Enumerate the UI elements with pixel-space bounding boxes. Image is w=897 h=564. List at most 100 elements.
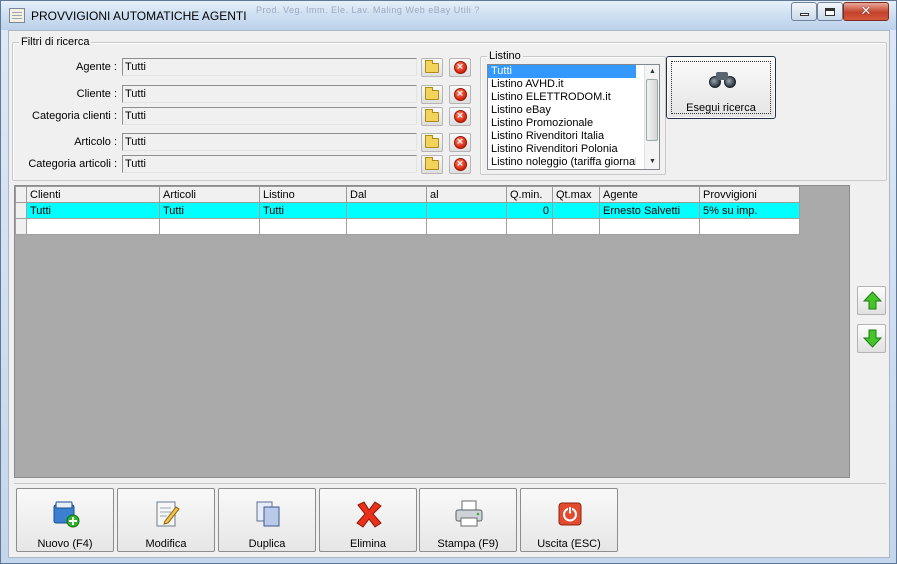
table-cell[interactable] <box>552 202 600 219</box>
folder-icon <box>425 86 439 100</box>
article-filter-label: Articolo : <box>74 136 117 148</box>
column-header-qtmax[interactable]: Qt.max <box>552 186 600 203</box>
edit-button-label: Modifica <box>145 538 187 550</box>
listino-listbox[interactable]: Tutti Listino AVHD.it Listino ELETTRODOM… <box>487 64 660 170</box>
printer-icon <box>455 500 483 527</box>
client-category-filter-field[interactable]: Tutti <box>122 107 417 125</box>
clear-icon: × <box>453 110 467 123</box>
table-cell[interactable]: 0 <box>506 202 553 219</box>
exit-icon <box>558 502 582 526</box>
new-button[interactable]: Nuovo (F4) <box>16 488 114 552</box>
client-filter-field[interactable]: Tutti <box>122 85 417 103</box>
column-header-listino[interactable]: Listino <box>259 186 347 203</box>
list-item[interactable]: Listino Promozionale <box>488 117 636 130</box>
list-item[interactable]: Listino eBay <box>488 104 636 117</box>
column-header-articoli[interactable]: Articoli <box>159 186 260 203</box>
article-filter-field[interactable]: Tutti <box>122 133 417 151</box>
column-header-provvigioni[interactable]: Provvigioni <box>699 186 800 203</box>
table-row[interactable] <box>15 218 800 235</box>
minimize-button[interactable] <box>791 2 817 21</box>
title-bar[interactable]: PROVVIGIONI AUTOMATICHE AGENTI Prod. Veg… <box>1 1 896 30</box>
article-category-filter-label: Categoria articoli : <box>28 158 117 170</box>
table-cell[interactable] <box>159 218 260 235</box>
duplicate-button-label: Duplica <box>248 538 286 550</box>
app-window: PROVVIGIONI AUTOMATICHE AGENTI Prod. Veg… <box>0 0 897 564</box>
clear-icon: × <box>453 158 467 171</box>
table-cell[interactable] <box>599 218 700 235</box>
table-cell[interactable]: Ernesto Salvetti <box>599 202 700 219</box>
table-cell[interactable] <box>346 218 427 235</box>
agent-filter-field[interactable]: Tutti <box>122 58 417 76</box>
duplicate-button[interactable]: Duplica <box>218 488 316 552</box>
table-cell[interactable] <box>346 202 427 219</box>
article-category-browse-button[interactable] <box>421 155 443 174</box>
maximize-icon <box>825 7 835 16</box>
edit-icon <box>156 501 180 527</box>
table-row[interactable]: Tutti Tutti Tutti 0 Ernesto Salvetti 5% … <box>15 202 800 219</box>
delete-button[interactable]: Elimina <box>319 488 417 552</box>
delete-icon <box>356 501 382 528</box>
client-filter-label: Cliente : <box>76 88 117 100</box>
close-button[interactable]: ✕ <box>843 2 889 21</box>
table-cell[interactable] <box>26 218 160 235</box>
client-category-browse-button[interactable] <box>421 107 443 126</box>
table-cell[interactable] <box>552 218 600 235</box>
table-header-row: Clienti Articoli Listino Dal al Q.min. Q… <box>15 186 800 203</box>
listino-scrollbar[interactable]: ▲ ▼ <box>644 65 659 169</box>
list-item[interactable]: Listino ELETTRODOM.it <box>488 91 636 104</box>
table-cell[interactable]: Tutti <box>259 202 347 219</box>
edit-button[interactable]: Modifica <box>117 488 215 552</box>
table-cell[interactable] <box>426 218 507 235</box>
scroll-thumb[interactable] <box>646 79 658 141</box>
move-down-button[interactable] <box>857 324 886 353</box>
list-item[interactable]: Listino Rivenditori Italia <box>488 130 636 143</box>
row-indicator[interactable] <box>15 202 27 219</box>
table-cell[interactable]: 5% su imp. <box>699 202 800 219</box>
article-clear-button[interactable]: × <box>449 133 471 152</box>
search-button[interactable]: Esegui ricerca <box>666 56 776 119</box>
scroll-down-icon[interactable]: ▼ <box>645 155 659 169</box>
duplicate-icon <box>256 501 280 527</box>
agent-clear-button[interactable]: × <box>449 58 471 77</box>
list-item[interactable]: Listino AVHD.it <box>488 78 636 91</box>
arrow-down-icon <box>863 329 882 348</box>
clear-icon: × <box>453 61 467 74</box>
exit-button-label: Uscita (ESC) <box>537 538 601 550</box>
row-indicator-header <box>15 186 27 203</box>
list-item[interactable]: Tutti <box>488 65 636 78</box>
maximize-button[interactable] <box>817 2 843 21</box>
list-item[interactable]: Listino noleggio (tariffa giornaliera) <box>488 156 636 169</box>
table-cell[interactable] <box>699 218 800 235</box>
close-icon: ✕ <box>860 4 872 19</box>
column-header-dal[interactable]: Dal <box>346 186 427 203</box>
client-browse-button[interactable] <box>421 85 443 104</box>
exit-button[interactable]: Uscita (ESC) <box>520 488 618 552</box>
article-category-clear-button[interactable]: × <box>449 155 471 174</box>
article-category-filter-field[interactable]: Tutti <box>122 155 417 173</box>
folder-icon <box>425 59 439 73</box>
move-up-button[interactable] <box>857 286 886 315</box>
row-indicator[interactable] <box>15 218 27 235</box>
table-cell[interactable] <box>259 218 347 235</box>
column-header-agente[interactable]: Agente <box>599 186 700 203</box>
table-cell[interactable]: Tutti <box>26 202 160 219</box>
list-item[interactable]: Listino Rivenditori Polonia <box>488 143 636 156</box>
column-header-qmin[interactable]: Q.min. <box>506 186 553 203</box>
search-button-label: Esegui ricerca <box>686 102 756 114</box>
article-browse-button[interactable] <box>421 133 443 152</box>
print-button[interactable]: Stampa (F9) <box>419 488 517 552</box>
column-header-clienti[interactable]: Clienti <box>26 186 160 203</box>
client-category-clear-button[interactable]: × <box>449 107 471 126</box>
background-menu-ghost: Prod. Veg. Imm. Ele. Lav. Maling Web eBa… <box>256 5 480 15</box>
delete-button-label: Elimina <box>349 538 387 550</box>
table-cell[interactable] <box>426 202 507 219</box>
table-cell[interactable] <box>506 218 553 235</box>
arrow-up-icon <box>863 291 882 310</box>
table-cell[interactable]: Tutti <box>159 202 260 219</box>
column-header-al[interactable]: al <box>426 186 507 203</box>
scroll-up-icon[interactable]: ▲ <box>645 65 659 79</box>
agent-browse-button[interactable] <box>421 58 443 77</box>
client-clear-button[interactable]: × <box>449 85 471 104</box>
results-grid[interactable]: Clienti Articoli Listino Dal al Q.min. Q… <box>14 185 850 478</box>
filters-group-label: Filtri di ricerca <box>19 36 92 48</box>
